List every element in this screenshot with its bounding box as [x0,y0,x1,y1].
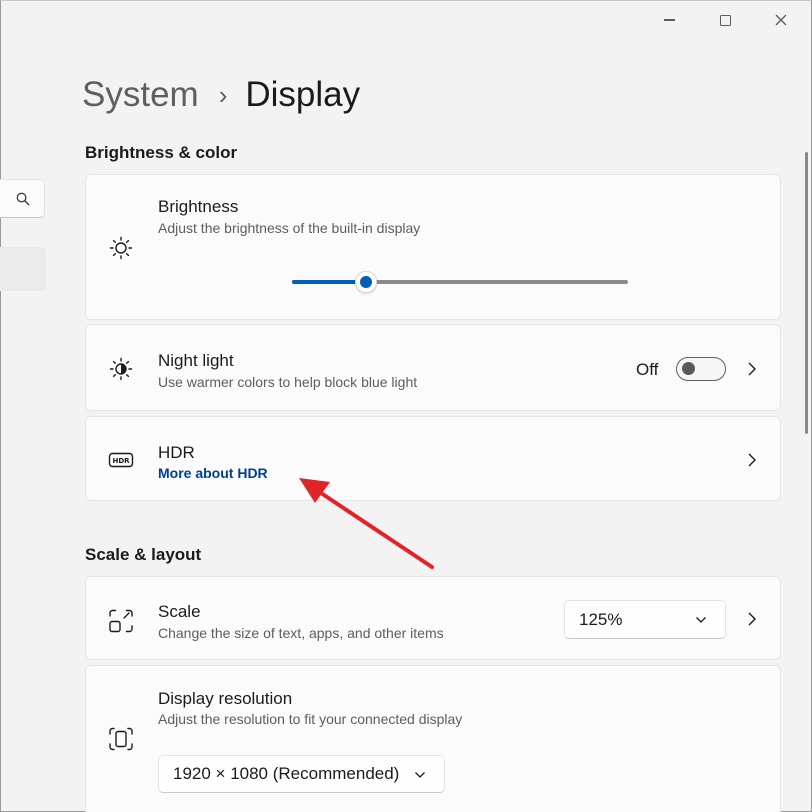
scrollbar-thumb[interactable] [805,152,808,434]
brightness-subtitle: Adjust the brightness of the built-in di… [158,220,421,236]
minimize-icon [663,19,675,21]
chevron-right-icon[interactable] [746,361,758,377]
night-light-card[interactable]: Night light Use warmer colors to help bl… [85,324,781,411]
scale-subtitle: Change the size of text, apps, and other… [158,625,444,641]
chevron-right-icon[interactable] [746,611,758,627]
scale-card[interactable]: Scale Change the size of text, apps, and… [85,576,781,660]
night-light-title: Night light [158,351,234,370]
breadcrumb-separator: › [218,80,228,110]
section-title-brightness-color: Brightness & color [85,143,238,162]
night-light-state-label: Off [636,360,659,379]
display-resolution-icon [109,727,133,751]
display-resolution-card: Display resolution Adjust the resolution… [85,665,781,812]
scale-icon [109,609,133,633]
brightness-title: Brightness [158,197,239,216]
night-light-toggle[interactable] [676,357,726,381]
night-light-subtitle: Use warmer colors to help block blue lig… [158,374,418,390]
chevron-down-icon [696,617,706,623]
hdr-icon: HDR [108,452,134,468]
toggle-knob [682,362,695,375]
brightness-slider-thumb[interactable] [355,271,377,293]
breadcrumb: System › Display [82,74,360,116]
breadcrumb-parent[interactable]: System [82,74,199,116]
scale-dropdown[interactable]: 125% [564,600,726,639]
svg-text:HDR: HDR [112,457,130,465]
minimize-button[interactable] [646,6,692,34]
display-resolution-title: Display resolution [158,689,293,708]
chevron-down-icon [415,772,425,778]
section-title-scale-layout: Scale & layout [85,545,202,564]
hdr-title: HDR [158,443,195,462]
scale-dropdown-value: 125% [579,609,623,629]
sun-icon [109,236,133,260]
display-resolution-subtitle: Adjust the resolution to fit your connec… [158,711,463,727]
nav-item-selected[interactable] [0,247,46,291]
more-about-hdr-link[interactable]: More about HDR [158,465,268,481]
hdr-card[interactable]: HDR HDR More about HDR [85,416,781,501]
close-button[interactable] [758,6,804,34]
night-light-icon [109,357,133,381]
brightness-card: Brightness Adjust the brightness of the … [85,174,781,320]
page-title: Display [245,75,361,114]
maximize-button[interactable] [702,6,748,34]
search-icon [16,192,30,205]
search-box[interactable] [0,179,45,218]
scale-title: Scale [158,602,201,621]
chevron-right-icon[interactable] [746,452,758,468]
maximize-icon [719,14,731,26]
resolution-dropdown-value: 1920 × 1080 (Recommended) [173,764,400,783]
close-icon [775,14,787,26]
resolution-dropdown[interactable]: 1920 × 1080 (Recommended) [158,755,445,793]
brightness-slider[interactable] [292,271,628,293]
